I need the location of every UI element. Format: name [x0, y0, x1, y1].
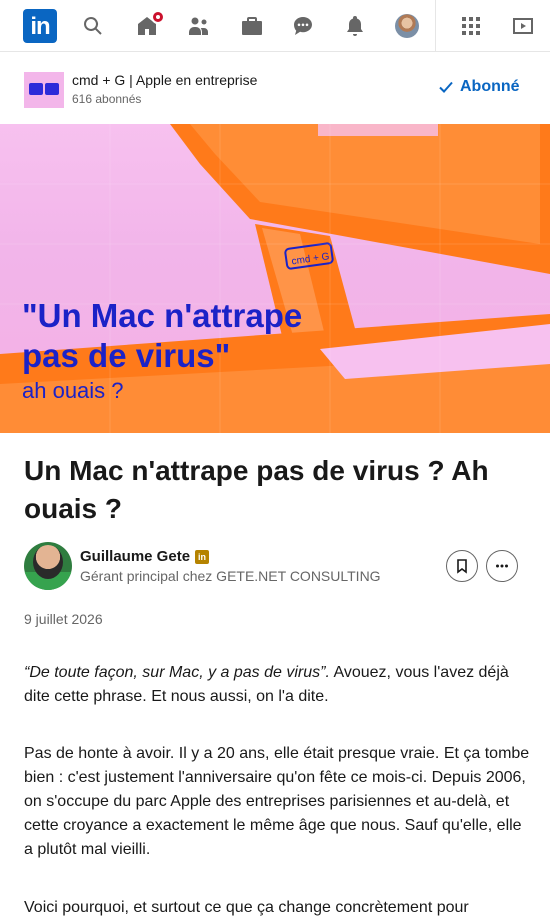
author-headline: Gérant principal chez GETE.NET CONSULTIN… — [80, 568, 381, 584]
article-title: Un Mac n'attrape pas de virus ? Ah ouais… — [24, 455, 489, 524]
company-logo[interactable] — [24, 72, 64, 108]
network-icon[interactable] — [186, 13, 212, 39]
nav-divider — [435, 0, 436, 52]
following-label: Abonné — [460, 78, 520, 95]
paragraph-quote: “De toute façon, sur Mac, y a pas de vir… — [24, 664, 330, 681]
company-name[interactable]: cmd + G | Apple en entreprise — [72, 72, 257, 88]
jobs-icon[interactable] — [239, 13, 265, 39]
cover-subtitle: ah ouais ? — [22, 378, 124, 403]
apps-grid-icon[interactable] — [458, 13, 484, 39]
ellipsis-icon — [496, 564, 508, 568]
home-icon[interactable] — [134, 10, 165, 39]
publication-date: 9 juillet 2026 — [24, 611, 103, 627]
article-paragraph-2: Pas de honte à avoir. Il y a 20 ans, ell… — [24, 745, 530, 858]
article-paragraph-1: “De toute façon, sur Mac, y a pas de vir… — [24, 661, 534, 709]
company-followers-count: 616 abonnés — [72, 92, 142, 106]
search-icon[interactable] — [80, 13, 106, 39]
article-cover-image: cmd + G "Un Mac n'attrape pas de virus" … — [0, 124, 550, 433]
author-name-row[interactable]: Guillaume Gete in — [80, 548, 210, 565]
article-paragraph-3: Voici pourquoi, et surtout ce que ça cha… — [24, 899, 469, 916]
notification-dot — [151, 10, 165, 24]
messaging-icon[interactable] — [290, 13, 316, 39]
learning-icon[interactable] — [510, 13, 536, 39]
premium-badge-icon: in — [195, 549, 210, 564]
cover-title-line-1: "Un Mac n'attrape — [22, 297, 303, 334]
top-navigation-bar: in — [0, 0, 550, 52]
cover-title-line-2: pas de virus" — [22, 337, 231, 374]
save-article-button[interactable] — [446, 550, 478, 582]
linkedin-logo[interactable]: in — [23, 9, 57, 43]
bookmark-icon — [457, 559, 467, 574]
cover-title: "Un Mac n'attrape pas de virus" — [22, 296, 302, 376]
author-name[interactable]: Guillaume Gete — [80, 548, 190, 565]
author-avatar[interactable] — [24, 542, 72, 590]
checkmark-icon — [439, 81, 453, 93]
following-button[interactable]: Abonné — [438, 78, 520, 96]
profile-avatar[interactable] — [395, 14, 419, 38]
more-options-button[interactable] — [486, 550, 518, 582]
notifications-icon[interactable] — [342, 13, 368, 39]
